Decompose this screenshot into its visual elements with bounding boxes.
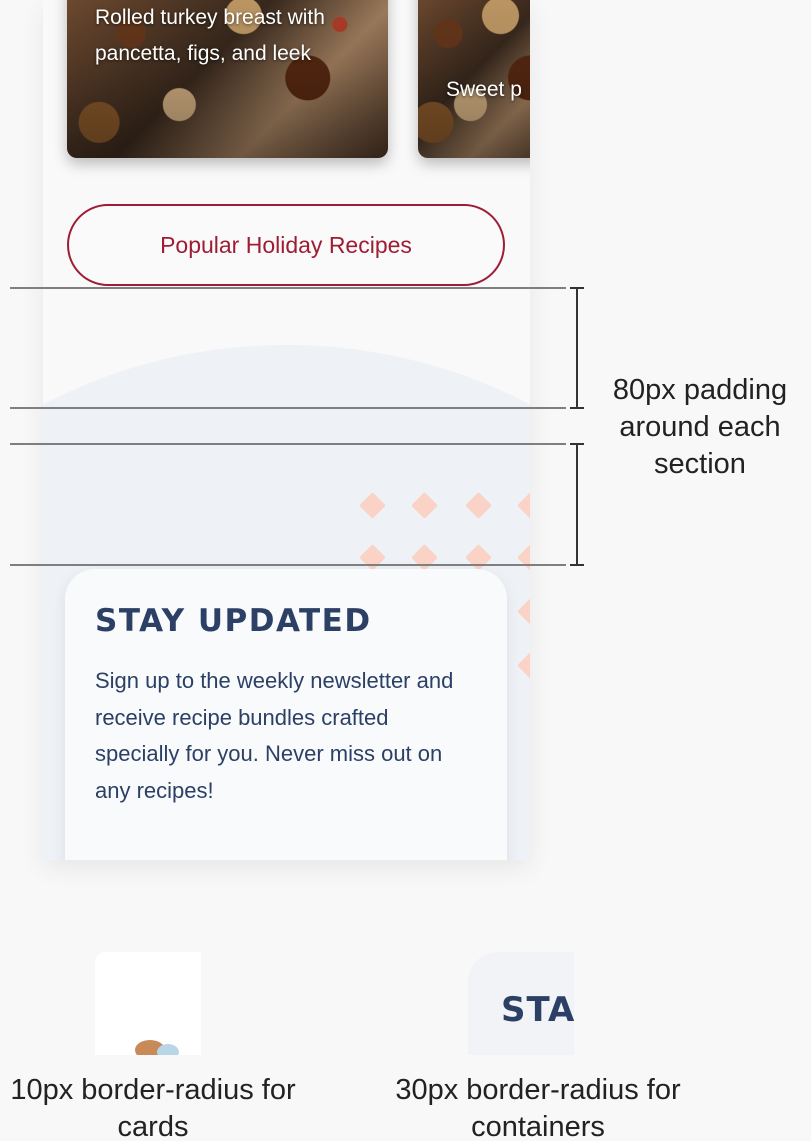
sample-container-text: STA bbox=[501, 990, 574, 1030]
padding-measure-bracket bbox=[576, 443, 578, 566]
measure-tick bbox=[570, 407, 584, 409]
recipe-card[interactable]: Rolled turkey breast with pancetta, figs… bbox=[67, 0, 388, 158]
recipe-card[interactable]: Sweet p bbox=[418, 0, 530, 158]
card-radius-annotation: 10px border-radius for cards bbox=[10, 1074, 296, 1141]
phone-mockup: Rolled turkey breast with pancetta, figs… bbox=[43, 0, 530, 860]
newsletter-container: STAY UPDATED Sign up to the weekly newsl… bbox=[65, 569, 507, 860]
measure-tick bbox=[570, 287, 584, 289]
measure-tick bbox=[570, 443, 584, 445]
popular-holiday-recipes-button[interactable]: Popular Holiday Recipes bbox=[67, 204, 505, 286]
newsletter-description: Sign up to the weekly newsletter and rec… bbox=[95, 668, 454, 803]
guide-line bbox=[10, 564, 566, 566]
measure-tick bbox=[570, 564, 584, 566]
padding-annotation: 80px padding around each section bbox=[612, 374, 788, 480]
padding-measure-bracket bbox=[576, 287, 578, 409]
recipe-card-title: Sweet p bbox=[446, 78, 522, 101]
container-radius-annotation: 30px border-radius for containers bbox=[395, 1074, 681, 1141]
guide-line bbox=[10, 443, 566, 445]
recipe-card-title: Rolled turkey breast with pancetta, figs… bbox=[95, 6, 325, 65]
container-radius-sample: STA bbox=[468, 952, 574, 1055]
guide-line bbox=[10, 407, 566, 409]
guide-line bbox=[10, 287, 566, 289]
newsletter-title: STAY UPDATED bbox=[95, 603, 372, 639]
sample-image-fragment bbox=[157, 1044, 179, 1055]
card-radius-sample bbox=[95, 952, 201, 1055]
